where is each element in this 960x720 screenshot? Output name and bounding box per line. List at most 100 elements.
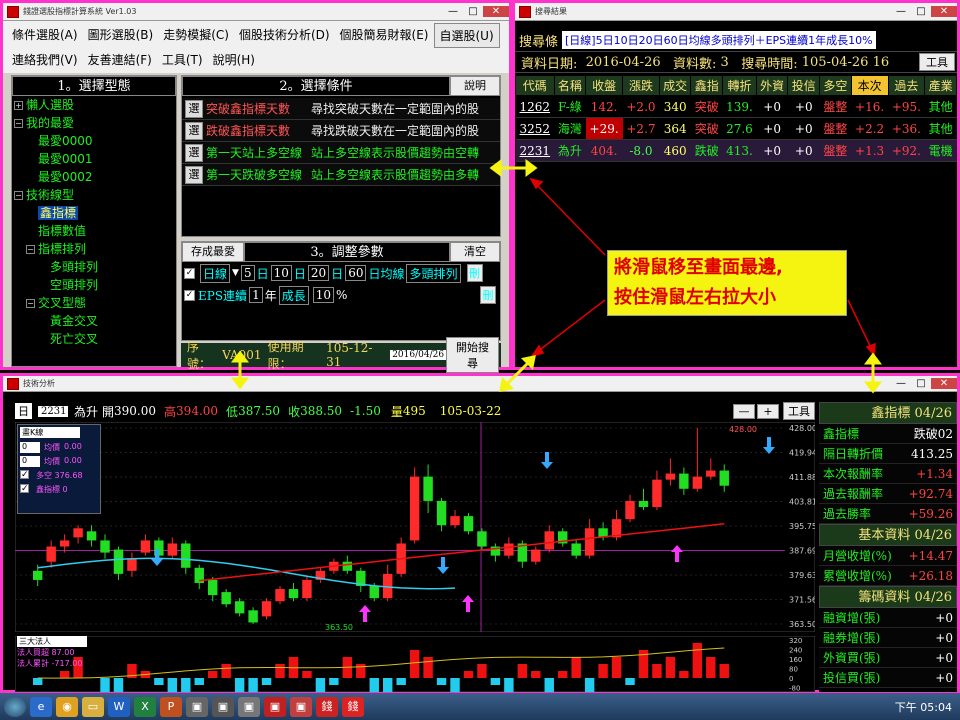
- table-row[interactable]: 2231 為升 404. -8.0 460 跌破 413. +0 +0 盤整 +1.3 +92. 電機: [515, 139, 957, 162]
- avg2-select[interactable]: 0: [20, 456, 40, 467]
- start-button-icon[interactable]: [4, 696, 26, 717]
- delete-param1-button[interactable]: 刪: [466, 264, 483, 282]
- select-condition-button[interactable]: 選: [185, 99, 203, 118]
- expand-icon[interactable]: +: [14, 101, 23, 110]
- column-header[interactable]: 成交: [658, 75, 692, 96]
- menu-item-0[interactable]: 條件選股(A): [7, 23, 83, 48]
- zoom-in-button[interactable]: +: [757, 403, 779, 419]
- menu-item-6[interactable]: 連絡我們(V): [7, 48, 83, 71]
- powerpoint-icon[interactable]: P: [160, 696, 182, 717]
- maximize-icon[interactable]: □: [463, 6, 483, 17]
- ma1-input[interactable]: 5: [240, 265, 255, 281]
- maximize-icon-3[interactable]: □: [911, 378, 931, 389]
- delete-param2-button[interactable]: 刪: [480, 286, 496, 304]
- table-cell[interactable]: 2231: [515, 139, 555, 162]
- menu-item-9[interactable]: 說明(H): [208, 48, 260, 71]
- period-select-chart[interactable]: 日: [15, 403, 32, 419]
- tree-item-8[interactable]: − 指標排列: [14, 240, 176, 258]
- avg1-select[interactable]: 0: [20, 442, 40, 453]
- window1-titlebar[interactable]: 錢證選股指標計算系統 Ver1.03 — □ ✕: [3, 3, 509, 21]
- collapse-icon[interactable]: −: [14, 191, 23, 200]
- column-header[interactable]: 收盤: [585, 75, 624, 96]
- start-search-button[interactable]: 開始搜尋: [446, 337, 499, 373]
- minimize-icon-3[interactable]: —: [891, 378, 911, 389]
- excel-icon[interactable]: X: [134, 696, 156, 717]
- minimize-icon[interactable]: —: [443, 6, 463, 17]
- help-button[interactable]: 說明: [450, 76, 500, 96]
- param2-checkbox[interactable]: ✓: [184, 289, 195, 301]
- institutional-chart[interactable]: 320 240160 800 -80: [15, 636, 815, 692]
- sub-legend-select[interactable]: 三大法人: [17, 636, 87, 647]
- word-icon[interactable]: W: [108, 696, 130, 717]
- menu-item-3[interactable]: 個股技術分析(D): [234, 23, 335, 48]
- clear-button[interactable]: 清空: [450, 242, 500, 262]
- stock-app-icon-1[interactable]: 錢: [316, 696, 338, 717]
- select-condition-button[interactable]: 選: [185, 121, 203, 140]
- table-cell[interactable]: 1262: [515, 95, 555, 118]
- ma2-input[interactable]: 10: [270, 265, 292, 281]
- tree-item-11[interactable]: − 交叉型態: [14, 294, 176, 312]
- tree-item-9[interactable]: 多頭排列: [14, 258, 176, 276]
- close-icon-3[interactable]: ✕: [931, 378, 957, 389]
- menu-item-8[interactable]: 工具(T): [157, 48, 208, 71]
- tree-item-0[interactable]: + 懶人選股: [14, 96, 176, 114]
- zoom-out-button[interactable]: —: [733, 403, 755, 419]
- stock-app-icon-2[interactable]: 錢: [342, 696, 364, 717]
- tree-item-12[interactable]: 黃金交叉: [14, 312, 176, 330]
- select-condition-button[interactable]: 選: [185, 143, 203, 162]
- ie-icon[interactable]: e: [30, 696, 52, 717]
- maximize-icon-2[interactable]: □: [911, 6, 931, 17]
- table-cell[interactable]: 3252: [515, 117, 555, 140]
- menu-item-4[interactable]: 個股簡易財報(E): [335, 23, 434, 48]
- tree-item-13[interactable]: 死亡交叉: [14, 330, 176, 348]
- results-tool-button[interactable]: 工具: [919, 53, 955, 71]
- collapse-icon[interactable]: −: [26, 299, 35, 308]
- window3-titlebar[interactable]: 技術分析 — □ ✕: [3, 376, 957, 392]
- close-icon-2[interactable]: ✕: [931, 6, 957, 17]
- column-header[interactable]: 代碼: [515, 75, 555, 96]
- period-select[interactable]: 日線: [200, 263, 231, 283]
- column-header[interactable]: 過去: [887, 75, 926, 96]
- order-select[interactable]: 多頭排列: [406, 263, 461, 283]
- tree-item-2[interactable]: 最愛0000: [14, 132, 176, 150]
- code-input[interactable]: 2231: [38, 405, 68, 417]
- menu-item-1[interactable]: 圖形選股(B): [83, 23, 159, 48]
- ma3-input[interactable]: 20: [307, 265, 330, 281]
- column-header[interactable]: 投信: [787, 75, 821, 96]
- ma4-input[interactable]: 60: [345, 265, 367, 281]
- select-condition-button[interactable]: 選: [185, 165, 203, 184]
- table-row[interactable]: 1262 F-綠 142. +2.0 340 突破 139. +0 +0 盤整 +16. +95. 其他: [515, 95, 957, 118]
- app-icon-a[interactable]: ▣: [186, 696, 208, 717]
- tree-item-3[interactable]: 最愛0001: [14, 150, 176, 168]
- table-row[interactable]: 3252 海灣 +29. +2.7 364 突破 27.6 +0 +0 盤整 +2.2 +36. 其他: [515, 117, 957, 140]
- column-header[interactable]: 轉折: [722, 75, 757, 96]
- tree-item-4[interactable]: 最愛0002: [14, 168, 176, 186]
- column-header[interactable]: 產業: [924, 75, 957, 96]
- close-icon[interactable]: ✕: [483, 6, 509, 17]
- tree-item-5[interactable]: − 技術線型: [14, 186, 176, 204]
- tree-item-6[interactable]: 鑫指標: [14, 204, 176, 222]
- param1-checkbox[interactable]: ✓: [184, 267, 195, 279]
- longshort-checkbox[interactable]: ✓: [20, 470, 29, 480]
- date-picker[interactable]: 2016/04/26: [390, 350, 447, 360]
- candlestick-chart[interactable]: 428.00 419.94 411.88 403.81 395.75 387.69 379.…: [15, 422, 815, 632]
- xin-checkbox[interactable]: ✓: [20, 484, 29, 494]
- tree-item-7[interactable]: 指標數值: [14, 222, 176, 240]
- eps-type-select[interactable]: 成長: [278, 285, 309, 305]
- app-icon-c[interactable]: ▣: [238, 696, 260, 717]
- tree-item-10[interactable]: 空頭排列: [14, 276, 176, 294]
- menu-item-5[interactable]: 自選股(U): [433, 23, 500, 48]
- overlay-select[interactable]: 畫K線: [20, 427, 80, 438]
- folder-icon[interactable]: ▭: [82, 696, 104, 717]
- column-header[interactable]: 漲跌: [622, 75, 660, 96]
- column-header[interactable]: 多空: [819, 75, 852, 96]
- chrome-icon[interactable]: ◉: [56, 696, 78, 717]
- menu-item-7[interactable]: 友善連結(F): [83, 48, 157, 71]
- menu-item-2[interactable]: 走勢模擬(C): [158, 23, 234, 48]
- save-favorite-button[interactable]: 存成最愛: [182, 242, 244, 262]
- collapse-icon[interactable]: −: [26, 245, 35, 254]
- eps-pct-input[interactable]: 10: [312, 287, 335, 303]
- app-icon-e[interactable]: ▣: [290, 696, 312, 717]
- eps-years-select[interactable]: 1: [249, 287, 263, 303]
- minimize-icon-2[interactable]: —: [891, 6, 911, 17]
